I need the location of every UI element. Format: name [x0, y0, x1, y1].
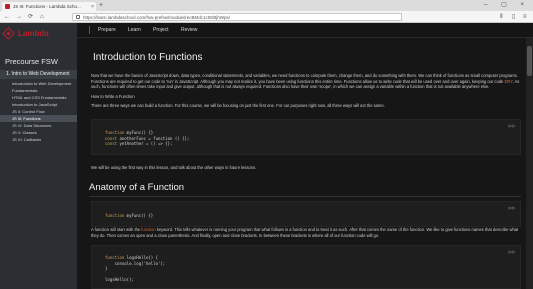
navigation-bar: ← → ⟳ ⌂ https://learn.lambdaschool.com/f… — [0, 11, 533, 23]
scrollbar[interactable] — [526, 38, 533, 289]
tab-bar: JS III: Functions - Lambda Scho... × + –… — [0, 0, 533, 11]
code-language-label: js/js — [508, 250, 515, 254]
code-block: js/js function myFunc() {} const another… — [91, 119, 521, 155]
code-block: js/js function logsHello() { console.log… — [91, 245, 521, 289]
brand-name: Lambda — [18, 29, 49, 38]
how-to-heading: How to Write a Function — [91, 94, 135, 99]
tab-title: JS III: Functions - Lambda Scho... — [13, 4, 81, 9]
code-text: function myFunc() {} — [105, 213, 154, 218]
sidebar-item-lesson[interactable]: JS VI: Callbacks — [0, 136, 77, 143]
tab-review[interactable]: Review — [181, 27, 197, 33]
sidebar-item-lesson-active[interactable]: JS III: Functions — [0, 115, 77, 122]
address-bar[interactable]: https://learn.lambdaschool.com/fsw-prefs… — [72, 13, 402, 21]
module-item[interactable]: 1. Intro to Web Development — [0, 70, 77, 79]
sidebar-item-lesson[interactable]: JS IV: Data Structures — [0, 122, 77, 129]
scrollbar-thumb[interactable] — [527, 46, 532, 76]
course-sidebar: Lambda Precourse FSW 1. Intro to Web Dev… — [0, 23, 77, 289]
lesson-content: Introduction to Functions Now that we ha… — [77, 38, 526, 289]
code-block: js/js function myFunc() {} — [91, 201, 521, 227]
tab-close-icon[interactable]: × — [91, 4, 94, 10]
url-text: https://learn.lambdaschool.com/fsw-prefs… — [83, 14, 231, 20]
lambda-logo[interactable]: Lambda — [2, 27, 49, 40]
section-heading: Anatomy of a Function — [89, 182, 185, 193]
lambda-favicon-icon — [5, 4, 10, 9]
tab-active[interactable]: JS III: Functions - Lambda Scho... × — [2, 2, 96, 11]
sidebar-item-lesson[interactable]: Fundamentals — [0, 87, 77, 94]
reload-button[interactable]: ⟳ — [28, 13, 33, 21]
sidebar-item-lesson[interactable]: JS V: Classes — [0, 129, 77, 136]
section-nav: Prepare Learn Project Review — [77, 23, 533, 38]
library-icon[interactable]: ⫴ — [500, 13, 503, 21]
dry-link[interactable]: DRY — [504, 79, 512, 84]
section-divider — [89, 196, 521, 197]
forward-button[interactable]: → — [16, 13, 22, 21]
sidebar-item-lesson[interactable]: Introduction to JavaScript — [0, 101, 77, 108]
home-button[interactable]: ⌂ — [40, 13, 44, 21]
hamburger-menu-icon[interactable]: ≡ — [523, 13, 527, 21]
lambda-mark-icon — [2, 27, 15, 40]
intro-paragraph: Now that we have the basics of JavaScrip… — [91, 73, 520, 90]
code-language-label: js/js — [508, 124, 515, 128]
back-button[interactable]: ← — [4, 13, 10, 21]
code-text: function myFunc() {} const anotherFunc =… — [105, 130, 190, 146]
anatomy-paragraph: A function will start with the function … — [91, 227, 519, 238]
tab-project[interactable]: Project — [153, 27, 169, 33]
lock-icon — [76, 15, 80, 19]
how-to-paragraph: There are three ways we can build a func… — [91, 103, 385, 108]
after-code-paragraph: We will be using the first way in this l… — [91, 165, 257, 170]
window-controls[interactable]: – ▢ × — [484, 1, 530, 8]
new-tab-button[interactable]: + — [99, 2, 103, 10]
code-text: function logsHello() { console.log('hell… — [105, 255, 166, 282]
sidebar-item-lesson[interactable]: Introduction to Web Development — [0, 80, 77, 87]
sidebar-toggle-icon[interactable]: ▯ — [512, 13, 515, 21]
lesson-list: Introduction to Web Development Fundamen… — [0, 80, 77, 143]
tab-learn[interactable]: Learn — [128, 27, 141, 33]
course-title: Precourse FSW — [5, 57, 58, 66]
nav-divider — [89, 26, 90, 34]
sidebar-item-lesson[interactable]: JS II: Control Flow — [0, 108, 77, 115]
page-title: Introduction to Functions — [93, 52, 203, 63]
tab-prepare[interactable]: Prepare — [98, 27, 116, 33]
browser-window: JS III: Functions - Lambda Scho... × + –… — [0, 0, 533, 289]
code-language-label: js/js — [508, 206, 515, 210]
sidebar-item-lesson[interactable]: HTML and CSS Fundamentals — [0, 94, 77, 101]
